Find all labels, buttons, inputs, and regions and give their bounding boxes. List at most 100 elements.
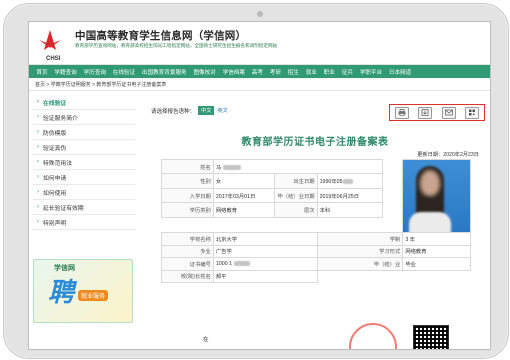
type-label: 学历类别 — [161, 202, 214, 218]
lang-chinese-button[interactable]: 中文 — [198, 106, 215, 115]
chevron-right-icon: › — [37, 129, 39, 135]
nav-item[interactable]: 学历查询 — [80, 68, 109, 76]
nav-item[interactable]: 出国教育背景服务 — [139, 68, 191, 76]
main-nav: 首页 学籍查询 学历查询 在线验证 出国教育背景服务 图像校对 学信档案 高考 考研 招生 就业 职业… — [29, 65, 490, 78]
enroll-value: 2017年03月01日 — [212, 187, 275, 204]
logo-text: CHSI — [46, 56, 61, 62]
lang-english-link[interactable]: 英文 — [217, 107, 227, 114]
chevron-right-icon: › — [37, 204, 39, 210]
sidebar-item-label: 如何使用 — [43, 190, 67, 197]
document-title: 教育部学历证书电子注册备案表 — [241, 137, 389, 148]
official-seal — [349, 323, 397, 349]
table-row: 学校名称 北京大学 学制 3 年 — [161, 232, 471, 246]
type-value: 网络教育 — [212, 202, 275, 218]
sidebar-item[interactable]: › 验证服务简介 — [33, 110, 135, 125]
cert-value: 1000 1 — [212, 257, 318, 271]
sidebar-item-label: 延长验证有效期 — [43, 205, 84, 212]
gender-value: 女 — [212, 173, 275, 189]
site-header: CHSI 中国高等教育学生信息网（学信网） 教育部学历查询网站，教育部高校招生阳… — [29, 22, 490, 65]
site-subtitle: 教育部学历查询网站，教育部高校招生阳光工程指定网站，全国硕士研究生招生报名和调剂… — [75, 43, 278, 48]
sidebar-item[interactable]: › 验证真伪 — [33, 140, 135, 155]
language-selector: 请选择报告语种： 中文 英文 — [151, 106, 228, 115]
grad-label: 毕（结）业日期 — [273, 187, 318, 204]
nav-item[interactable]: 高考 — [248, 68, 266, 76]
qrcode-icon[interactable] — [465, 106, 480, 119]
table-row: 证书编号 1000 1 毕（结）业 毕业 — [161, 257, 471, 271]
nav-item[interactable]: 考研 — [266, 68, 284, 76]
chevron-right-icon: › — [37, 99, 39, 105]
sidebar-item-label: 特殊范用法 — [43, 160, 72, 167]
chevron-right-icon: › — [37, 114, 39, 120]
birth-label: 出生日期 — [273, 173, 318, 189]
enroll-label: 入学日期 — [161, 187, 214, 204]
duration-value: 3 年 — [402, 232, 471, 246]
language-label: 请选择报告语种： — [151, 108, 196, 115]
chevron-right-icon: › — [37, 159, 39, 165]
student-photo — [402, 159, 471, 233]
site-title[interactable]: 中国高等教育学生信息网（学信网） — [75, 28, 246, 43]
nav-item[interactable]: 学职平台 — [356, 68, 385, 76]
school-value: 北京大学 — [212, 232, 318, 246]
sidebar-item[interactable]: › 在线验证 — [33, 95, 135, 110]
name-value: 马 — [212, 158, 384, 175]
sidebar: › 在线验证 › 验证服务简介 › 防伪模版 › 验证真伪 › 特殊范用法 › 如何申请 › 如何使用 › 延… — [33, 95, 135, 230]
print-icon[interactable] — [394, 106, 409, 119]
sidebar-item-label: 验证服务简介 — [43, 115, 78, 122]
nav-item[interactable]: 征兵 — [338, 68, 356, 76]
status-value: 毕业 — [402, 257, 471, 271]
level-value: 本科 — [316, 202, 384, 218]
chevron-right-icon: › — [37, 189, 39, 195]
tablet-frame: CHSI 中国高等教育学生信息网（学信网） 教育部学历查询网站，教育部高校招生阳… — [3, 3, 509, 359]
mail-icon[interactable] — [441, 106, 456, 119]
form-value: 网络教育 — [402, 244, 471, 258]
chevron-right-icon: › — [37, 174, 39, 180]
sidebar-item[interactable]: › 特别声明 — [33, 215, 135, 230]
school-label: 学校名称 — [161, 232, 214, 246]
status-label: 毕（结）业 — [316, 257, 404, 271]
sidebar-item-label: 在线验证 — [43, 100, 67, 107]
major-value: 广告学 — [212, 244, 318, 258]
main-content: 请选择报告语种： 中文 英文 教育部学历证书电子注册备案表 更新日期：2020年… — [145, 95, 485, 349]
nav-item[interactable]: 就业 — [302, 68, 320, 76]
online-verify-label: 在 — [203, 337, 209, 343]
birth-value: 1990年05 — [316, 173, 384, 189]
name-label: 姓名 — [161, 158, 214, 175]
sidebar-item-label: 如何申请 — [43, 175, 67, 182]
sidebar-item-label: 验证真伪 — [43, 145, 67, 152]
major-label: 专业 — [161, 244, 214, 258]
nav-item[interactable]: 职业 — [320, 68, 338, 76]
level-label: 层次 — [273, 202, 318, 218]
recruit-ad-banner[interactable]: 学信网 聘 就业服务 — [33, 259, 133, 323]
table-row: 校(院)长姓名 郝平 — [161, 269, 471, 283]
update-date: 更新日期：2020年2月23日 — [417, 152, 479, 158]
verification-qrcode[interactable] — [413, 325, 449, 349]
gender-label: 性别 — [161, 173, 214, 189]
sidebar-item[interactable]: › 特殊范用法 — [33, 155, 135, 170]
sidebar-item[interactable]: › 如何使用 — [33, 185, 135, 200]
nav-item[interactable]: 招生 — [284, 68, 302, 76]
table-row: 姓名 马 — [161, 158, 471, 233]
nav-item[interactable]: 日本频道 — [385, 68, 414, 76]
nav-item[interactable]: 学信档案 — [219, 68, 248, 76]
sidebar-item-label: 特别声明 — [43, 220, 67, 227]
form-label: 学习形式 — [316, 244, 404, 258]
download-icon[interactable] — [418, 106, 433, 119]
chsi-logo-icon — [39, 30, 61, 50]
chevron-right-icon: › — [37, 144, 39, 150]
ad-tag: 就业服务 — [78, 290, 109, 301]
sidebar-item[interactable]: › 延长验证有效期 — [33, 200, 135, 215]
cert-label: 证书编号 — [161, 257, 214, 271]
sidebar-item[interactable]: › 如何申请 — [33, 170, 135, 185]
sidebar-item[interactable]: › 防伪模版 — [33, 125, 135, 140]
nav-item[interactable]: 首页 — [33, 68, 51, 76]
breadcrumb: 首页 > 学籍学历证明服务 > 教育部学历证书电子注册备案表 — [29, 78, 490, 91]
record-table: 姓名 马 性别 女 出生日期 1990年05 入学日期 2017年03月01日 … — [161, 158, 471, 283]
nav-item[interactable]: 图像校对 — [190, 68, 219, 76]
camera-dot — [257, 11, 263, 17]
table-row: 专业 广告学 学习形式 网络教育 — [161, 244, 471, 258]
grad-value: 2019年06月25日 — [316, 187, 384, 204]
sidebar-item-label: 防伪模版 — [43, 130, 67, 137]
nav-item[interactable]: 学籍查询 — [51, 68, 80, 76]
principal-value: 郝平 — [212, 269, 318, 283]
nav-item[interactable]: 在线验证 — [109, 68, 138, 76]
